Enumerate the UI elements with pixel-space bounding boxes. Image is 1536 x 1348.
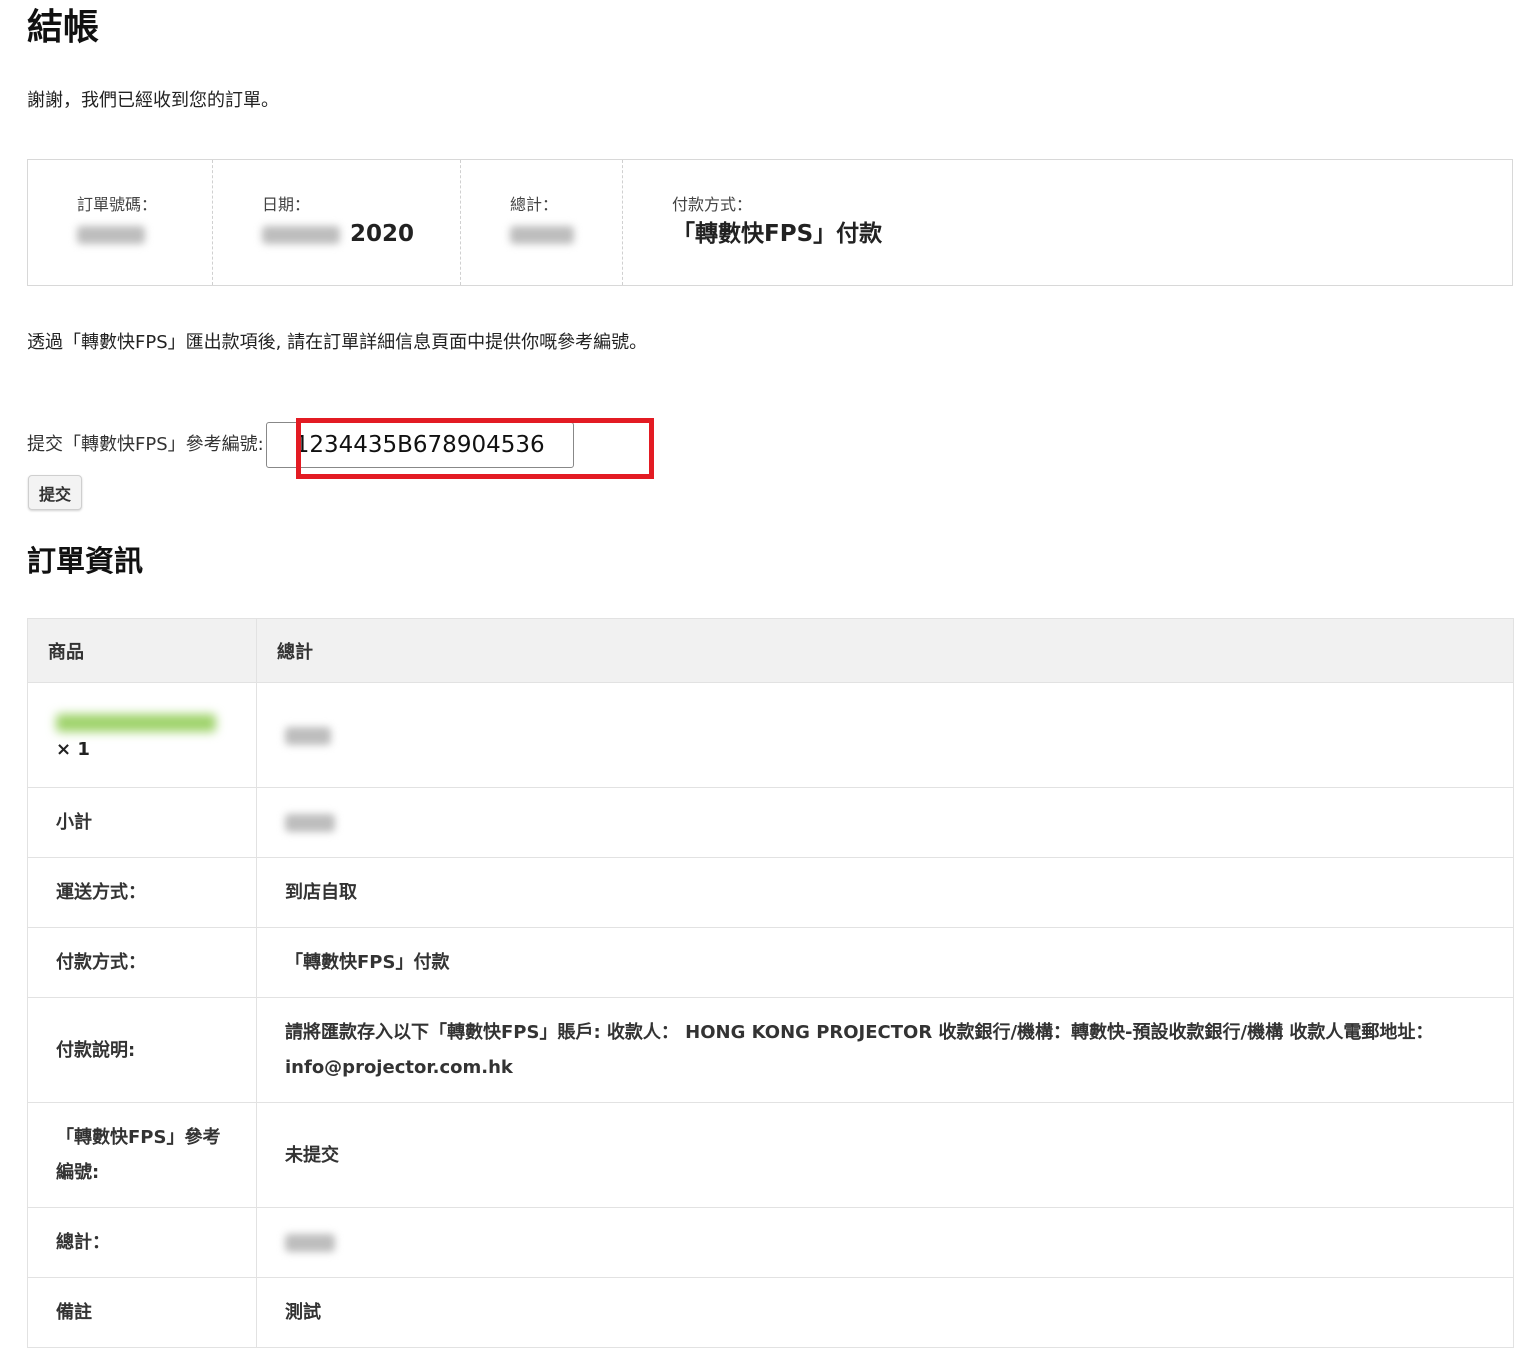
thank-you-message: 謝謝，我們已經收到您的訂單。: [27, 90, 279, 111]
payment-method-label: 付款方式：: [672, 195, 753, 214]
overview-date: 日期： 2020: [213, 160, 461, 285]
table-row-product: × 1: [27, 682, 1514, 788]
payment-value: 「轉數快FPS」付款: [256, 927, 1514, 998]
product-cell: × 1: [27, 682, 257, 788]
table-row-fps-reference: 「轉數快FPS」參考編號: 未提交: [27, 1102, 1514, 1208]
product-name-link[interactable]: [56, 713, 216, 732]
instructions-value: 請將匯款存入以下「轉數快FPS」賬戶: 收款人： HONG KONG PROJE…: [256, 997, 1514, 1103]
total-label: 總計：: [510, 195, 559, 214]
overview-payment-method: 付款方式： 「轉數快FPS」付款: [623, 160, 1512, 285]
shipping-value: 到店自取: [256, 857, 1514, 928]
table-row-subtotal: 小計: [27, 787, 1514, 858]
instructions-label: 付款說明:: [27, 997, 257, 1103]
overview-order-number: 訂單號碼：: [28, 160, 213, 285]
shipping-label: 運送方式：: [27, 857, 257, 928]
header-total: 總計: [256, 618, 1514, 683]
order-total-label: 總計：: [27, 1207, 257, 1278]
product-total-cell: [256, 682, 1514, 788]
table-row-shipping: 運送方式： 到店自取: [27, 857, 1514, 928]
subtotal-label: 小計: [27, 787, 257, 858]
total-value: [510, 218, 622, 250]
table-row-total: 總計：: [27, 1207, 1514, 1278]
table-row-payment-instructions: 付款說明: 請將匯款存入以下「轉數快FPS」賬戶: 收款人： HONG KONG…: [27, 997, 1514, 1103]
order-details-table: 商品 總計 × 1 小計 運送方式： 到店自取 付款方式： 「轉數快FPS」付款…: [27, 618, 1514, 1348]
header-product: 商品: [27, 618, 257, 683]
table-row-note: 備註 測試: [27, 1277, 1514, 1348]
table-header-row: 商品 總計: [27, 618, 1514, 683]
product-quantity: × 1: [56, 738, 90, 760]
note-label: 備註: [27, 1277, 257, 1348]
overview-total: 總計：: [461, 160, 623, 285]
date-label: 日期：: [262, 195, 311, 214]
order-total-value: [256, 1207, 1514, 1278]
order-number-label: 訂單號碼：: [77, 195, 158, 214]
note-value: 測試: [256, 1277, 1514, 1348]
payment-method-value: 「轉數快FPS」付款: [672, 221, 883, 247]
date-value: 2020: [262, 218, 460, 250]
order-overview: 訂單號碼： 日期： 2020 總計： 付款方式： 「轉數快FPS」付款: [27, 159, 1513, 286]
fps-instruction-note: 透過「轉數快FPS」匯出款項後, 請在訂單詳細信息頁面中提供你嘅參考編號。: [27, 332, 648, 353]
table-row-payment-method: 付款方式： 「轉數快FPS」付款: [27, 927, 1514, 998]
fps-reference-label: 提交「轉數快FPS」參考編號:: [27, 434, 264, 455]
page-title: 結帳: [27, 7, 100, 48]
payment-label: 付款方式：: [27, 927, 257, 998]
fps-ref-label: 「轉數快FPS」參考編號:: [27, 1102, 257, 1208]
fps-reference-input[interactable]: [265, 422, 574, 468]
order-number-value: [77, 218, 212, 250]
fps-ref-value: 未提交: [256, 1102, 1514, 1208]
order-details-title: 訂單資訊: [27, 544, 144, 578]
subtotal-value: [256, 787, 1514, 858]
submit-button[interactable]: 提交: [28, 475, 82, 510]
date-year: 2020: [350, 221, 415, 247]
fps-reference-form: 提交「轉數快FPS」參考編號:: [27, 422, 574, 468]
